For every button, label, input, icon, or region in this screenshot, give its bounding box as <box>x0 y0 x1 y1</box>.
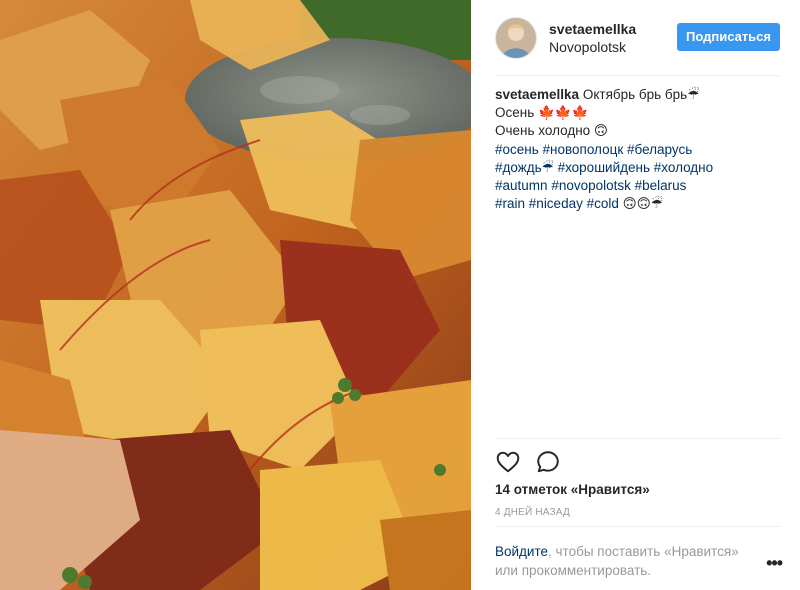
hashtag-line-3: #autumn #novopolotsk #belarus <box>495 177 780 195</box>
heart-icon[interactable] <box>495 449 521 475</box>
author-username[interactable]: svetaemellka <box>549 20 636 38</box>
hashtag-link[interactable]: #холодно <box>654 160 713 175</box>
caption-text-2: Осень 🍁🍁🍁 <box>495 105 589 121</box>
comment-icon[interactable] <box>535 449 561 475</box>
header-divider <box>495 75 780 76</box>
caption-line-1: svetaemellka Октябрь брь брь☔ <box>495 86 780 104</box>
hashtag-line-2: #дождь☔ #хорошийдень #холодно <box>495 159 780 177</box>
user-avatar-icon <box>496 18 536 58</box>
caption-text-1: Октябрь брь брь☔ <box>579 87 700 102</box>
post-photo <box>0 0 471 590</box>
login-link[interactable]: Войдите <box>495 544 548 559</box>
hashtag-link[interactable]: #беларусь <box>627 142 692 157</box>
hashtag-line-1: #осень #новополоцк #беларусь <box>495 141 780 159</box>
more-options-button[interactable]: ••• <box>766 554 783 572</box>
hashtag-link[interactable]: #новополоцк <box>543 142 624 157</box>
login-prompt: Войдите, чтобы поставить «Нравится» или … <box>495 542 755 580</box>
hashtag-link[interactable]: #хорошийдень <box>558 160 650 175</box>
post-timestamp[interactable]: 4 ДНЕЙ НАЗАД <box>495 507 570 518</box>
post-location[interactable]: Novopolotsk <box>549 38 636 56</box>
caption-tail: 🙃🙃☔ <box>618 196 663 212</box>
hashtag-link[interactable]: #novopolotsk <box>551 178 631 193</box>
user-meta: svetaemellka Novopolotsk <box>549 20 636 56</box>
post-header: svetaemellka Novopolotsk Подписаться <box>495 14 780 62</box>
hashtag-link[interactable]: #осень <box>495 142 539 157</box>
avatar[interactable] <box>495 17 537 59</box>
actions-divider <box>495 438 780 439</box>
hashtag-link[interactable]: #rain <box>495 196 525 211</box>
hashtag-line-4: #rain #niceday #cold 🙃🙃☔ <box>495 195 780 213</box>
caption-text-3: Очень холодно 🙃 <box>495 123 608 139</box>
follow-button[interactable]: Подписаться <box>676 23 780 51</box>
caption-username[interactable]: svetaemellka <box>495 87 579 102</box>
footer-divider <box>495 526 780 527</box>
post-caption: svetaemellka Октябрь брь брь☔ Осень 🍁🍁🍁 … <box>495 86 780 213</box>
hashtag-link[interactable]: #niceday <box>529 196 583 211</box>
hashtag-link[interactable]: #autumn <box>495 178 548 193</box>
hashtag-link[interactable]: #cold <box>587 196 619 211</box>
autumn-leaves-photo <box>0 0 471 590</box>
likes-count[interactable]: 14 отметок «Нравится» <box>495 482 650 497</box>
hashtag-link[interactable]: #дождь☔ <box>495 160 554 175</box>
post-actions <box>495 448 575 476</box>
post-side-panel: svetaemellka Novopolotsk Подписаться sve… <box>471 0 800 590</box>
hashtag-link[interactable]: #belarus <box>635 178 687 193</box>
